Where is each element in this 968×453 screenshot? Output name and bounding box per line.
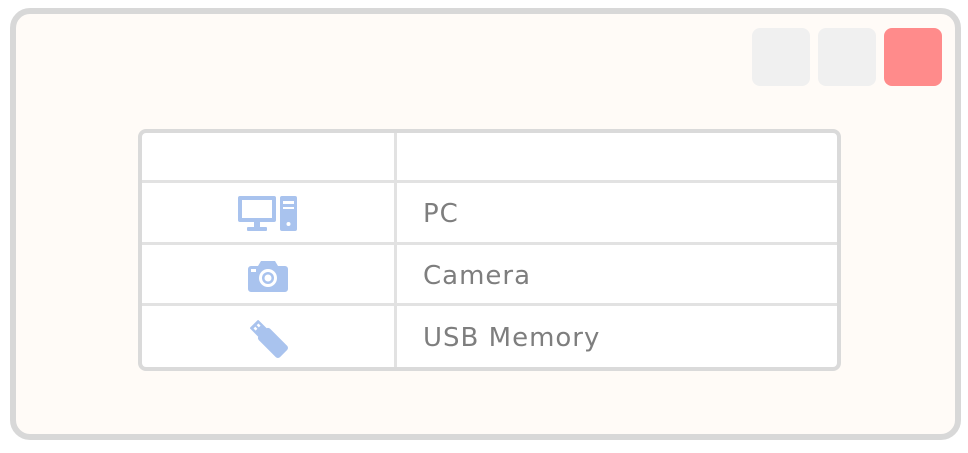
desktop-pc-icon xyxy=(142,186,394,242)
header-cell-icon xyxy=(142,133,394,180)
table-row[interactable]: Camera xyxy=(142,248,837,306)
minimize-button[interactable] xyxy=(752,28,810,86)
row-label: PC xyxy=(423,199,459,229)
table-row[interactable]: USB Memory xyxy=(142,309,837,367)
device-table: PC Camera USB Memory xyxy=(138,129,841,371)
app-window: PC Camera USB Memory xyxy=(10,8,961,440)
usb-memory-icon xyxy=(142,309,394,367)
maximize-button[interactable] xyxy=(818,28,876,86)
row-label: USB Memory xyxy=(423,323,601,353)
camera-icon xyxy=(142,248,394,303)
close-button[interactable] xyxy=(884,28,942,86)
table-header xyxy=(142,133,837,183)
row-label: Camera xyxy=(423,260,532,291)
table-row[interactable]: PC xyxy=(142,186,837,245)
